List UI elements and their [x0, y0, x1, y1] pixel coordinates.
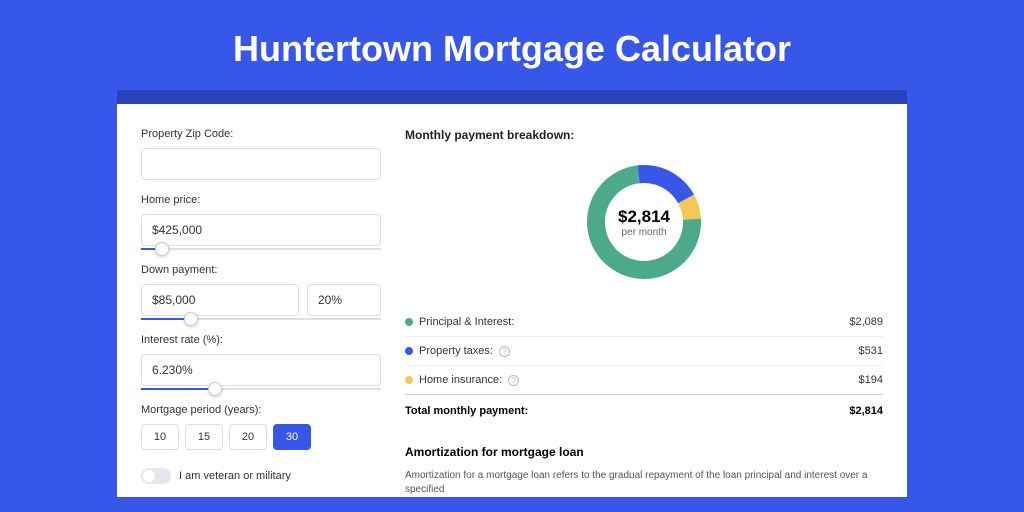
amortization-text: Amortization for a mortgage loan refers … — [405, 469, 883, 497]
donut-chart: $2,814 per month — [582, 160, 706, 284]
slider-thumb[interactable] — [155, 242, 169, 256]
amortization-title: Amortization for mortgage loan — [405, 445, 883, 459]
total-row: Total monthly payment: $2,814 — [405, 395, 883, 435]
legend-label: Home insurance: — [419, 374, 502, 386]
home-price-slider[interactable] — [141, 248, 381, 250]
donut-center-sub: per month — [621, 227, 666, 238]
veteran-toggle-row: I am veteran or military — [141, 468, 381, 484]
zip-label: Property Zip Code: — [141, 128, 381, 140]
home-price-input[interactable] — [141, 214, 381, 246]
breakdown-title: Monthly payment breakdown: — [405, 128, 883, 142]
down-payment-group: Down payment: — [141, 264, 381, 320]
legend-dot — [405, 318, 413, 326]
legend-value: $2,089 — [849, 316, 883, 328]
slider-thumb[interactable] — [184, 312, 198, 326]
zip-field-group: Property Zip Code: — [141, 128, 381, 180]
calculator-container: Property Zip Code: Home price: Down paym… — [117, 90, 907, 497]
interest-rate-input[interactable] — [141, 354, 381, 386]
toggle-knob — [143, 470, 155, 482]
form-column: Property Zip Code: Home price: Down paym… — [141, 128, 381, 497]
period-button-20[interactable]: 20 — [229, 424, 267, 450]
legend-dot — [405, 376, 413, 384]
legend-dot — [405, 347, 413, 355]
mortgage-period-group: Mortgage period (years): 10152030 — [141, 404, 381, 450]
home-price-group: Home price: — [141, 194, 381, 250]
period-button-10[interactable]: 10 — [141, 424, 179, 450]
legend-value: $531 — [859, 345, 883, 357]
legend-row: Property taxes:? $531 — [405, 337, 883, 366]
interest-rate-group: Interest rate (%): — [141, 334, 381, 390]
legend-row: Home insurance:? $194 — [405, 366, 883, 395]
total-label: Total monthly payment: — [405, 405, 528, 417]
total-value: $2,814 — [849, 405, 883, 417]
breakdown-column: Monthly payment breakdown: $2,814 per mo… — [405, 128, 883, 497]
interest-rate-slider[interactable] — [141, 388, 381, 390]
calculator-card: Property Zip Code: Home price: Down paym… — [117, 104, 907, 497]
mortgage-period-label: Mortgage period (years): — [141, 404, 381, 416]
info-icon[interactable]: ? — [499, 346, 510, 357]
legend-value: $194 — [859, 374, 883, 386]
period-button-15[interactable]: 15 — [185, 424, 223, 450]
legend-row: Principal & Interest: $2,089 — [405, 308, 883, 337]
legend-label: Principal & Interest: — [419, 316, 514, 328]
info-icon[interactable]: ? — [508, 375, 519, 386]
legend-label: Property taxes: — [419, 345, 493, 357]
down-payment-label: Down payment: — [141, 264, 381, 276]
interest-rate-label: Interest rate (%): — [141, 334, 381, 346]
down-payment-pct-input[interactable] — [307, 284, 381, 316]
veteran-toggle[interactable] — [141, 468, 171, 484]
donut-chart-wrap: $2,814 per month — [405, 160, 883, 284]
veteran-label: I am veteran or military — [179, 470, 291, 482]
home-price-label: Home price: — [141, 194, 381, 206]
period-button-30[interactable]: 30 — [273, 424, 311, 450]
down-payment-input[interactable] — [141, 284, 299, 316]
down-payment-slider[interactable] — [141, 318, 381, 320]
page-title: Huntertown Mortgage Calculator — [0, 0, 1024, 90]
zip-input[interactable] — [141, 148, 381, 180]
slider-thumb[interactable] — [208, 382, 222, 396]
donut-center-value: $2,814 — [618, 207, 670, 227]
